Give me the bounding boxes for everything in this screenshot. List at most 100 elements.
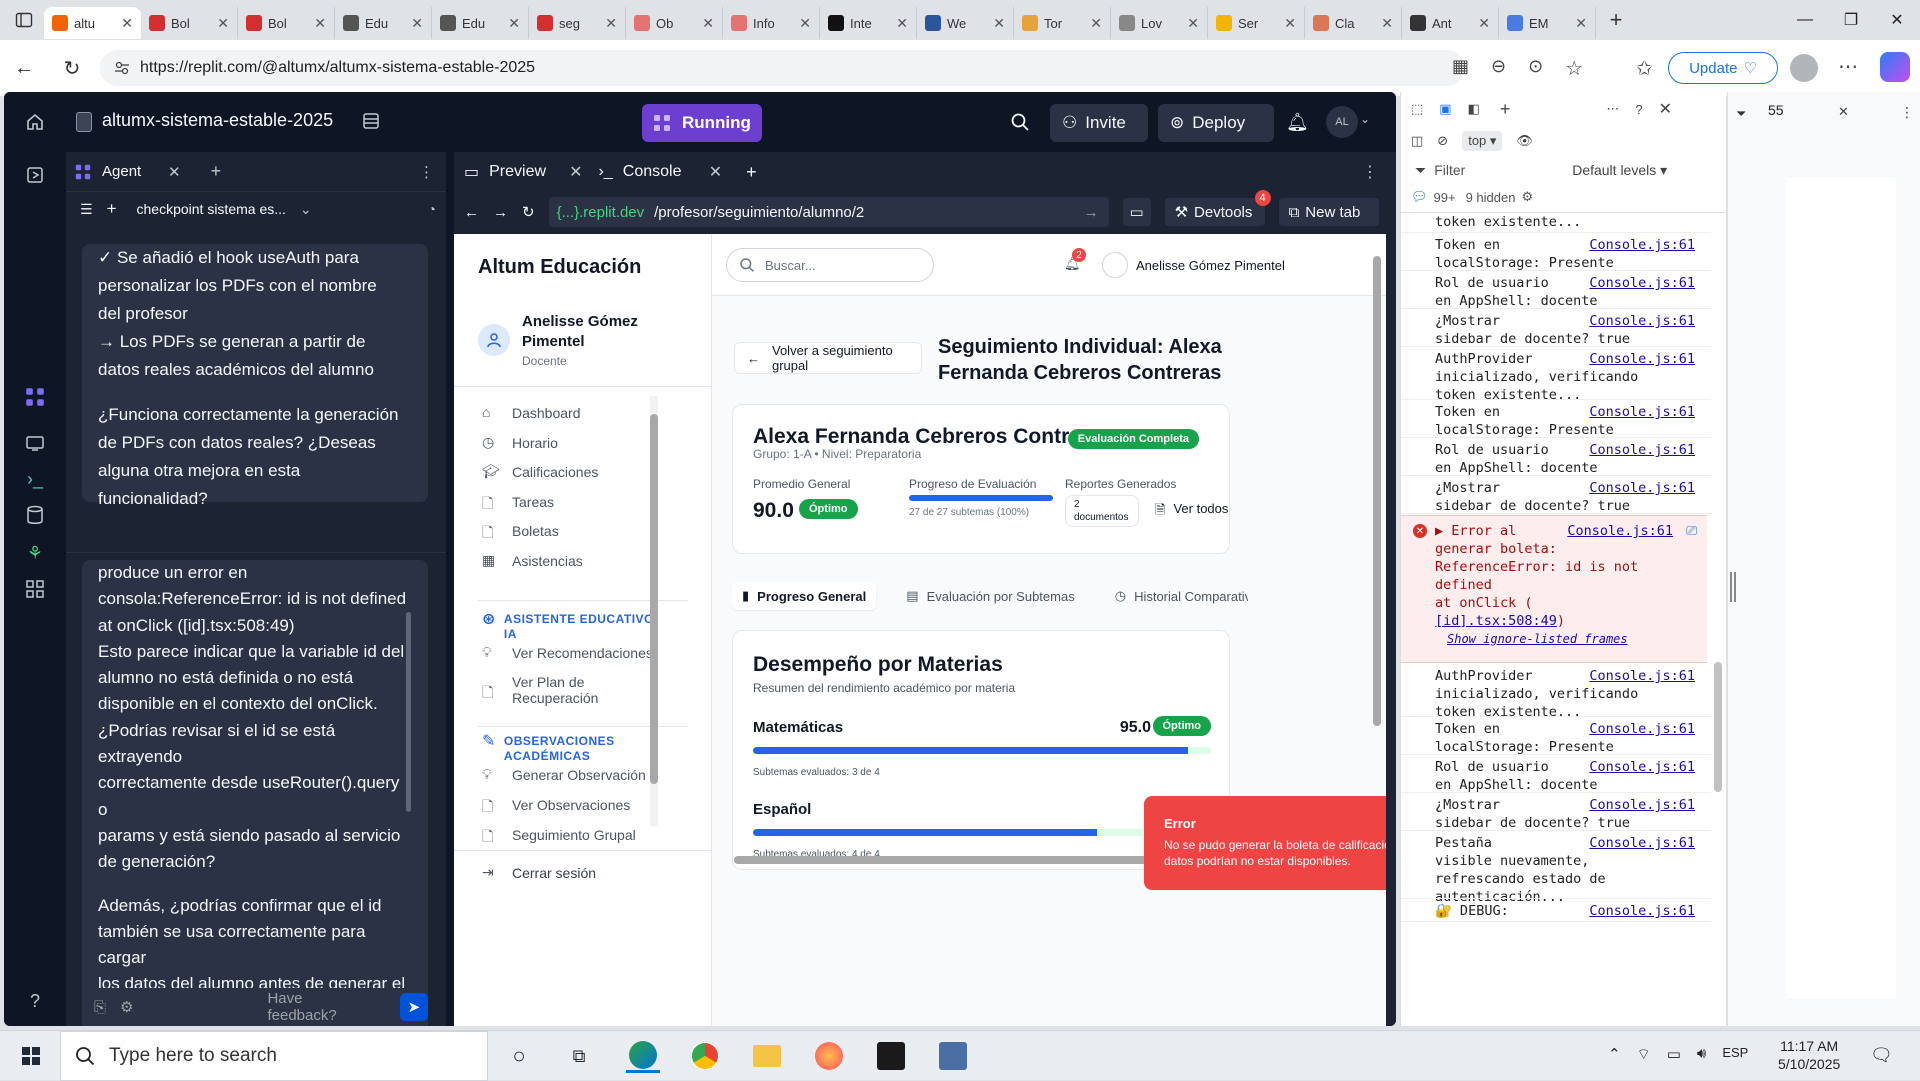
source-link[interactable]: Console.js:61: [1589, 902, 1695, 920]
device-icon[interactable]: ▭: [1122, 198, 1151, 226]
close-tab-icon[interactable]: ✕: [121, 15, 133, 32]
close-tab-icon[interactable]: ✕: [1381, 15, 1393, 32]
sidebar-item-calificaciones[interactable]: 🎓︎ Calificaciones: [482, 463, 598, 481]
agent-icon[interactable]: [4, 374, 66, 420]
scrollbar[interactable]: [406, 612, 411, 812]
open-arrow-icon[interactable]: →: [1084, 204, 1099, 221]
sidebar-item-dashboard[interactable]: ⌂ Dashboard: [482, 404, 581, 422]
windows-start-icon[interactable]: [14, 1039, 48, 1073]
app-icon[interactable]: [936, 1039, 970, 1073]
console-scrollbar[interactable]: [1711, 212, 1725, 852]
close-tab-icon[interactable]: ✕: [993, 15, 1005, 32]
console-settings-icon[interactable]: ⚙: [1521, 189, 1533, 205]
invite-button[interactable]: ⚇ Invite: [1050, 104, 1148, 142]
browser-tab[interactable]: Cla ✕: [1305, 7, 1402, 39]
inspect-icon[interactable]: ⬚: [1411, 101, 1423, 117]
close-tab-icon[interactable]: ✕: [314, 15, 326, 32]
preview-url-field[interactable]: {...}.replit.dev /profesor/seguimiento/a…: [548, 197, 1109, 227]
main-scrollbar[interactable]: [1372, 244, 1382, 804]
project-name[interactable]: altumx-sistema-estable-2025: [102, 110, 333, 131]
sidebar-item-asistencias[interactable]: ▦ Asistencias: [482, 552, 583, 570]
favorites-icon[interactable]: ✩: [1636, 56, 1653, 81]
files-icon[interactable]: [4, 152, 66, 198]
add-tab-icon[interactable]: +: [746, 162, 757, 183]
new-tab-button[interactable]: ⧉ New tab: [1278, 198, 1379, 226]
tab-history[interactable]: ◷ Historial Comparativo: [1105, 582, 1248, 610]
bell-icon[interactable]: 🔔︎: [1286, 112, 1309, 133]
close-tab-icon[interactable]: ✕: [1575, 15, 1587, 32]
source-link[interactable]: Console.js:61: [1589, 720, 1695, 738]
database-outline-icon[interactable]: [362, 112, 380, 130]
home-icon[interactable]: [4, 99, 66, 145]
sidebar-item-seguimiento-grupal[interactable]: 🗋︎ Seguimiento Grupal: [482, 826, 636, 844]
search-icon[interactable]: [1010, 112, 1030, 132]
close-tab-icon[interactable]: ✕: [217, 15, 229, 32]
sidebar-item-plan-recuperacion[interactable]: 🗋︎ Ver Plan de Recuperación: [482, 674, 598, 706]
speed-icon[interactable]: ◔: [428, 201, 436, 217]
file-explorer-icon[interactable]: [750, 1039, 784, 1073]
source-link[interactable]: Console.js:61: [1589, 834, 1695, 852]
chrome-icon[interactable]: [688, 1039, 722, 1073]
devtools-button[interactable]: ⚒ Devtools 4: [1164, 190, 1271, 226]
more-icon[interactable]: ⋮: [1900, 104, 1914, 121]
browser-tab[interactable]: We ✕: [917, 7, 1014, 39]
close-tab-icon[interactable]: ✕: [799, 15, 811, 32]
new-chat-icon[interactable]: +: [107, 199, 117, 219]
browser-tab[interactable]: Tor ✕: [1014, 7, 1111, 39]
add-panel-icon[interactable]: +: [1500, 99, 1511, 120]
close-window-icon[interactable]: ✕: [1874, 0, 1920, 40]
tab-book[interactable]: ▤ Evaluación por Subtemas: [896, 582, 1084, 610]
reload-icon[interactable]: ↻: [52, 48, 92, 88]
tab-console[interactable]: Console: [623, 163, 699, 181]
sidebar-item-boletas[interactable]: 🗋︎ Boletas: [482, 522, 559, 540]
back-button[interactable]: ← Volver a seguimiento grupal: [734, 342, 922, 374]
sidebar-toggle-icon[interactable]: ◫: [1411, 133, 1423, 149]
source-link[interactable]: Console.js:61: [1589, 403, 1695, 421]
browser-tab[interactable]: Info ✕: [723, 7, 820, 39]
user-avatar[interactable]: AL: [1326, 106, 1358, 138]
help-icon[interactable]: ?: [4, 978, 66, 1024]
settings-more-icon[interactable]: ⋯: [1838, 54, 1858, 79]
tab-menu-icon[interactable]: ⋮: [1362, 162, 1378, 182]
search-input[interactable]: Buscar...: [726, 248, 934, 282]
close-tab-icon[interactable]: ✕: [1090, 15, 1102, 32]
browser-tab[interactable]: EM ✕: [1499, 7, 1596, 39]
source-link[interactable]: Console.js:61: [1589, 236, 1695, 254]
sidebar-item-ver-observaciones[interactable]: 🗋︎ Ver Observaciones: [482, 796, 630, 814]
profile-avatar[interactable]: [1790, 54, 1818, 82]
close-tab-icon[interactable]: ✕: [168, 163, 181, 181]
back-icon[interactable]: ←: [464, 204, 479, 221]
browser-tab[interactable]: Edu ✕: [432, 7, 529, 39]
issues-count[interactable]: 99+: [1434, 190, 1456, 205]
firefox-icon[interactable]: [812, 1039, 846, 1073]
reload-icon[interactable]: ↻: [522, 203, 535, 221]
browser-tab[interactable]: Inte ✕: [820, 7, 917, 39]
chevron-down-icon[interactable]: ⌄: [1360, 112, 1370, 126]
history-list-icon[interactable]: ☰: [80, 201, 93, 218]
tab-chart-bar[interactable]: ▮ Progreso General: [732, 582, 877, 610]
attach-icon[interactable]: ⎘: [94, 999, 106, 1016]
source-link[interactable]: Console.js:61: [1589, 667, 1695, 685]
sidebar-item-generar-observacion[interactable]: 💡︎ Generar Observación: [482, 766, 646, 784]
browser-tab[interactable]: Ant ✕: [1402, 7, 1499, 39]
checkpoint-dropdown[interactable]: checkpoint sistema es...: [137, 201, 286, 217]
run-button[interactable]: Running: [642, 104, 762, 142]
close-tab-icon[interactable]: ✕: [508, 15, 520, 32]
device-toolbar-icon[interactable]: ▣: [1439, 101, 1451, 117]
show-ignored-frames-link[interactable]: Show ignore-listed frames: [1447, 630, 1697, 648]
source-link[interactable]: Console.js:61: [1589, 441, 1695, 459]
feedback-link[interactable]: Have feedback?: [267, 990, 369, 1024]
clear-console-icon[interactable]: ⊘: [1437, 133, 1448, 149]
tab-preview[interactable]: Preview: [489, 163, 559, 181]
deploy-button[interactable]: ⊚ Deploy: [1158, 104, 1274, 142]
logout-button[interactable]: ⇥ Cerrar sesión: [482, 864, 596, 882]
scroll-thumb[interactable]: [734, 856, 1164, 864]
sidebar-item-recomendaciones[interactable]: 💡︎ Ver Recomendaciones: [482, 644, 653, 662]
update-button[interactable]: Update ♡: [1668, 52, 1778, 84]
browser-tab[interactable]: altu ✕: [44, 7, 141, 39]
volume-icon[interactable]: 🔊︎: [1697, 1045, 1706, 1064]
site-info-icon[interactable]: [114, 60, 130, 76]
scroll-thumb[interactable]: [1714, 662, 1722, 792]
more-tools-icon[interactable]: ⊙: [1528, 56, 1543, 81]
close-tab-icon[interactable]: ✕: [896, 15, 908, 32]
